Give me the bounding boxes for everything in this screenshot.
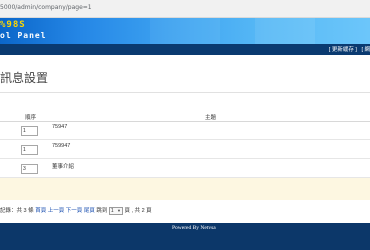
prev-page-link[interactable]: 上一頁 (48, 207, 65, 216)
first-page-link[interactable]: 首頁 (35, 207, 46, 216)
pagination: 記錄：共 3 條 首頁 上一頁 下一頁 尾頁 跳到 1 ▼ 頁 , 共 2 頁 (0, 207, 152, 216)
subject-link[interactable]: 董事介紹 (52, 162, 74, 170)
logo-text: %98S (0, 20, 26, 30)
logo-subtitle: ol Panel (0, 31, 47, 40)
table-header: 順序 主題 (0, 111, 370, 122)
total-suffix: 頁 (146, 208, 152, 215)
records-suffix: 條 (28, 208, 34, 215)
page-title: 訊息設置 (0, 71, 49, 85)
order-input[interactable]: 1 (21, 145, 38, 155)
divider (0, 92, 370, 93)
page-select-value: 1 (110, 208, 114, 214)
column-header-subject: 主題 (205, 115, 217, 121)
footer: Powered By Netvsa (0, 223, 370, 250)
header-banner: %98S ol Panel (0, 18, 370, 44)
browser-address-bar[interactable]: 5000/admin/company/page=1 (0, 0, 370, 18)
goto-label: 跳到 (96, 208, 108, 215)
subject-link[interactable]: 759947 (52, 143, 70, 149)
table-row: 1 759947 (0, 141, 370, 159)
banner-decoration (150, 18, 220, 44)
top-navigation: [ 更新緩存 ] [ 網 (0, 44, 370, 55)
last-page-link[interactable]: 尾頁 (84, 207, 95, 216)
subject-link[interactable]: 75947 (52, 124, 67, 130)
order-input[interactable]: 3 (21, 164, 38, 174)
refresh-cache-link[interactable]: [ 更新緩存 ] (329, 47, 357, 53)
records-prefix: 記錄：共 (0, 208, 23, 215)
powered-by-link[interactable]: Powered By Netvsa (172, 225, 216, 231)
chevron-down-icon: ▼ (116, 208, 121, 213)
records-count: 3 (23, 208, 27, 215)
notice-band (0, 178, 370, 200)
next-page-link[interactable]: 下一頁 (66, 207, 83, 216)
banner-decoration (255, 18, 315, 44)
table-row: 3 董事介紹 (0, 160, 370, 178)
total-pages: 2 (141, 208, 145, 215)
column-header-order: 順序 (25, 115, 37, 121)
page-suffix: 頁 , 共 (124, 208, 141, 215)
table-row: 1 75947 (0, 122, 370, 140)
url-text[interactable]: 5000/admin/company/page=1 (0, 4, 92, 11)
order-input[interactable]: 1 (21, 126, 38, 136)
site-link[interactable]: [ 網 (361, 47, 370, 53)
page-select[interactable]: 1 ▼ (108, 207, 123, 215)
